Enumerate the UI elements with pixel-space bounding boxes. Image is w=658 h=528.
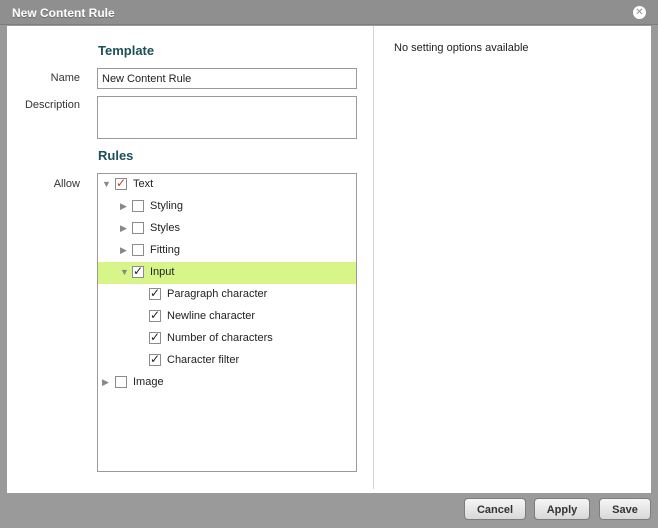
dialog-body: Template Name Description Rules Allow ▼ … — [7, 26, 651, 493]
allow-label: Allow — [53, 178, 80, 190]
tree-label-character-filter: Character filter — [167, 354, 240, 366]
tree-label-styles: Styles — [150, 222, 180, 234]
template-section-title: Template — [98, 43, 155, 58]
rules-section-title: Rules — [98, 148, 134, 163]
close-icon[interactable]: ✕ — [633, 6, 646, 19]
tree-label-paragraph-character: Paragraph character — [167, 288, 268, 300]
title-bar: New Content Rule ✕ — [0, 0, 658, 25]
dialog-window: New Content Rule ✕ Template Name Descrip… — [0, 0, 658, 528]
name-input[interactable] — [97, 68, 357, 89]
tree-row-styles[interactable]: ▶ Styles — [98, 218, 356, 240]
description-textarea[interactable] — [97, 96, 357, 139]
tree-label-fitting: Fitting — [150, 244, 180, 256]
tree-label-text: Text — [133, 178, 154, 190]
tree-row-fitting[interactable]: ▶ Fitting — [98, 240, 356, 262]
collapse-arrow-icon[interactable]: ▶ — [120, 223, 130, 233]
cancel-button[interactable]: Cancel — [464, 498, 526, 520]
checkbox-input[interactable]: ✓ — [132, 265, 144, 278]
tree-label-number-of-characters: Number of characters — [167, 332, 273, 344]
checkbox-number-of-characters[interactable]: ✓ — [149, 331, 161, 344]
collapse-arrow-icon[interactable]: ▶ — [120, 201, 130, 211]
rules-tree[interactable]: ▼ ✓ Text ▶ Styling ▶ Styles ▶ Fitting ▼ … — [97, 173, 357, 472]
collapse-arrow-icon[interactable]: ▶ — [102, 377, 112, 387]
checkbox-paragraph-character[interactable]: ✓ — [149, 287, 161, 300]
expand-arrow-icon[interactable]: ▼ — [120, 267, 130, 277]
checkbox-text[interactable]: ✓ — [115, 177, 127, 190]
tree-label-styling: Styling — [150, 200, 184, 212]
tree-row-styling[interactable]: ▶ Styling — [98, 196, 356, 218]
tree-row-input[interactable]: ▼ ✓ Input — [98, 262, 356, 284]
tree-row-character-filter[interactable]: ✓ Character filter — [98, 350, 356, 372]
tree-label-input: Input — [150, 266, 175, 278]
apply-button[interactable]: Apply — [534, 498, 590, 520]
checkbox-image[interactable] — [115, 376, 127, 388]
expand-arrow-icon[interactable]: ▼ — [102, 179, 112, 189]
tree-label-newline-character: Newline character — [167, 310, 256, 322]
description-label: Description — [24, 99, 80, 111]
tree-row-number-of-characters[interactable]: ✓ Number of characters — [98, 328, 356, 350]
tree-label-image: Image — [133, 376, 164, 388]
tree-row-image[interactable]: ▶ Image — [98, 372, 356, 394]
tree-row-paragraph-character[interactable]: ✓ Paragraph character — [98, 284, 356, 306]
collapse-arrow-icon[interactable]: ▶ — [120, 245, 130, 255]
dialog-title: New Content Rule — [12, 6, 115, 20]
checkbox-styles[interactable] — [132, 222, 144, 234]
vertical-divider — [373, 26, 374, 489]
checkbox-newline-character[interactable]: ✓ — [149, 309, 161, 322]
checkbox-fitting[interactable] — [132, 244, 144, 256]
save-button[interactable]: Save — [599, 498, 651, 520]
settings-message: No setting options available — [394, 42, 529, 54]
name-label: Name — [50, 72, 80, 84]
checkbox-character-filter[interactable]: ✓ — [149, 353, 161, 366]
checkbox-styling[interactable] — [132, 200, 144, 212]
tree-row-newline-character[interactable]: ✓ Newline character — [98, 306, 356, 328]
tree-row-text[interactable]: ▼ ✓ Text — [98, 174, 356, 196]
